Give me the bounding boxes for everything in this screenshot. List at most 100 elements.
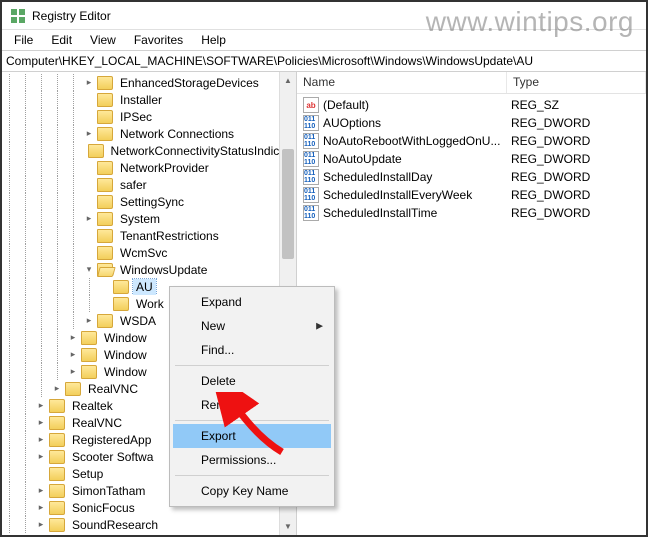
chevron-right-icon[interactable]: ▸ [82, 314, 96, 328]
tree-item[interactable]: ▸NetworkConnectivityStatusIndicato [2, 142, 296, 159]
chevron-right-icon[interactable]: ▸ [82, 76, 96, 90]
context-menu-item-copy-key-name[interactable]: Copy Key Name [173, 479, 331, 503]
list-row[interactable]: ab(Default)REG_SZ [297, 96, 646, 114]
context-menu-item-export[interactable]: Export [173, 424, 331, 448]
chevron-right-icon[interactable]: ▸ [34, 416, 48, 430]
menu-help[interactable]: Help [193, 32, 234, 48]
folder-icon [49, 467, 65, 481]
chevron-right-icon[interactable]: ▸ [34, 501, 48, 515]
folder-icon [88, 144, 104, 158]
column-name[interactable]: Name [297, 72, 507, 93]
folder-icon [49, 416, 65, 430]
tree-item-label: SoundResearch [69, 517, 161, 533]
folder-icon [81, 331, 97, 345]
menu-separator [175, 420, 329, 421]
scroll-up-icon[interactable]: ▲ [280, 72, 296, 89]
tree-item[interactable]: ▸NetworkProvider [2, 159, 296, 176]
tree-item[interactable]: ▸SettingSync [2, 193, 296, 210]
menu-separator [175, 365, 329, 366]
context-menu-item-delete[interactable]: Delete [173, 369, 331, 393]
dword-value-icon: 011 110 [303, 169, 319, 185]
value-type: REG_DWORD [511, 188, 646, 202]
dword-value-icon: 011 110 [303, 115, 319, 131]
chevron-right-icon[interactable]: ▸ [34, 433, 48, 447]
list-header: Name Type [297, 72, 646, 94]
tree-item[interactable]: ▾WindowsUpdate [2, 261, 296, 278]
folder-icon [49, 433, 65, 447]
folder-icon [97, 93, 113, 107]
context-menu-item-find[interactable]: Find... [173, 338, 331, 362]
tree-item-label: Setup [69, 466, 106, 482]
column-type[interactable]: Type [507, 72, 646, 93]
tree-item[interactable]: ▸TenantRestrictions [2, 227, 296, 244]
tree-item-label: NetworkConnectivityStatusIndicato [108, 143, 296, 159]
list-row[interactable]: 011 110ScheduledInstallTimeREG_DWORD [297, 204, 646, 222]
window-title: Registry Editor [32, 9, 111, 23]
value-type: REG_DWORD [511, 152, 646, 166]
folder-icon [97, 246, 113, 260]
menu-view[interactable]: View [82, 32, 124, 48]
chevron-right-icon[interactable]: ▸ [34, 484, 48, 498]
tree-item[interactable]: ▸safer [2, 176, 296, 193]
list-row[interactable]: 011 110ScheduledInstallDayREG_DWORD [297, 168, 646, 186]
value-type: REG_DWORD [511, 134, 646, 148]
tree-item[interactable]: ▸EnhancedStorageDevices [2, 74, 296, 91]
scroll-thumb[interactable] [282, 149, 294, 259]
folder-icon [97, 127, 113, 141]
value-name: (Default) [323, 98, 511, 112]
menu-edit[interactable]: Edit [43, 32, 80, 48]
chevron-right-icon[interactable]: ▸ [50, 382, 64, 396]
folder-icon [97, 263, 113, 277]
scroll-down-icon[interactable]: ▼ [280, 518, 296, 535]
submenu-arrow-icon: ▶ [316, 321, 323, 332]
tree-item-label: IPSec [117, 109, 155, 125]
context-menu-item-permissions[interactable]: Permissions... [173, 448, 331, 472]
list-row[interactable]: 011 110NoAutoRebootWithLoggedOnU...REG_D… [297, 132, 646, 150]
value-name: NoAutoRebootWithLoggedOnU... [323, 134, 511, 148]
value-type: REG_DWORD [511, 170, 646, 184]
tree-item[interactable]: ▸System [2, 210, 296, 227]
tree-item[interactable]: ▸ SoundResearch [2, 516, 296, 533]
folder-icon [97, 76, 113, 90]
menu-favorites[interactable]: Favorites [126, 32, 191, 48]
chevron-right-icon[interactable]: ▸ [66, 365, 80, 379]
value-name: AUOptions [323, 116, 511, 130]
address-bar[interactable]: Computer\HKEY_LOCAL_MACHINE\SOFTWARE\Pol… [2, 50, 646, 72]
list-row[interactable]: 011 110 AUOptionsREG_DWORD [297, 114, 646, 132]
value-type: REG_DWORD [511, 206, 646, 220]
chevron-right-icon[interactable]: ▸ [66, 331, 80, 345]
tree-item[interactable]: ▸Installer [2, 91, 296, 108]
tree-item-label: AU [133, 279, 156, 295]
context-menu-item-rename[interactable]: Rename [173, 393, 331, 417]
chevron-down-icon[interactable]: ▾ [82, 263, 96, 277]
folder-icon [97, 110, 113, 124]
menu-file[interactable]: File [6, 32, 41, 48]
value-type: REG_DWORD [511, 116, 646, 130]
list-row[interactable]: 011 110NoAutoUpdateREG_DWORD [297, 150, 646, 168]
dword-value-icon: 011 110 [303, 151, 319, 167]
list-row[interactable]: 011 110ScheduledInstallEveryWeekREG_DWOR… [297, 186, 646, 204]
tree-item[interactable]: ▸Network Connections [2, 125, 296, 142]
tree-item-label: WSDA [117, 313, 159, 329]
context-menu-item-new[interactable]: New ▶ [173, 314, 331, 338]
folder-icon [113, 297, 129, 311]
tree-item-label: RealVNC [85, 381, 141, 397]
chevron-right-icon[interactable]: ▸ [34, 518, 48, 532]
context-menu[interactable]: Expand New ▶ Find... DeleteRename ExportPermi… [169, 286, 335, 507]
tree-item-label: WcmSvc [117, 245, 170, 261]
tree-item[interactable]: ▸WcmSvc [2, 244, 296, 261]
list-pane[interactable]: Name Type ab(Default)REG_SZ011 110AUOpti… [297, 72, 646, 535]
tree-item-label: SettingSync [117, 194, 187, 210]
context-menu-label: New [201, 319, 225, 333]
dword-value-icon: 011 110 [303, 187, 319, 203]
tree-item-label: Window [101, 364, 150, 380]
chevron-right-icon[interactable]: ▸ [66, 348, 80, 362]
tree-item[interactable]: ▸IPSec [2, 108, 296, 125]
chevron-right-icon[interactable]: ▸ [82, 212, 96, 226]
chevron-right-icon[interactable]: ▸ [34, 450, 48, 464]
chevron-right-icon[interactable]: ▸ [82, 127, 96, 141]
context-menu-item-expand[interactable]: Expand [173, 290, 331, 314]
chevron-right-icon[interactable]: ▸ [34, 399, 48, 413]
dword-value-icon: 011 110 [303, 205, 319, 221]
value-type: REG_SZ [511, 98, 646, 112]
